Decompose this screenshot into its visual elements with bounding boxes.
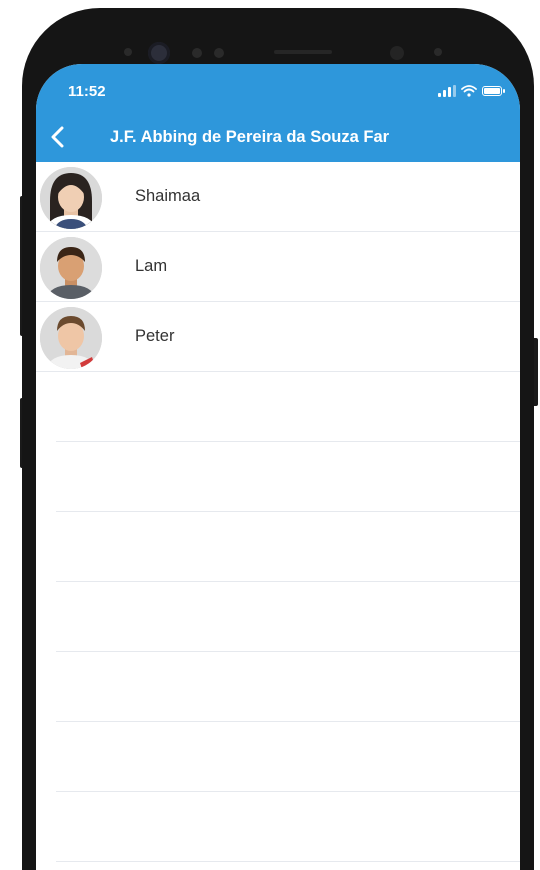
- empty-row: [56, 792, 520, 862]
- phone-screen: 11:52 J.F. Abbing de Pereira da Souza Fa…: [36, 64, 520, 870]
- app-header: 11:52 J.F. Abbing de Pereira da Souza Fa…: [36, 64, 520, 162]
- avatar: [40, 307, 102, 369]
- status-icons: [438, 84, 505, 98]
- camera-icon: [148, 42, 170, 64]
- chevron-left-icon: [51, 126, 64, 148]
- contact-row-lam[interactable]: Lam: [36, 232, 520, 302]
- sensor-icon: [192, 48, 202, 58]
- empty-row: [56, 372, 520, 442]
- avatar: [40, 237, 102, 299]
- sensor-icon: [390, 46, 404, 60]
- contact-row-shaimaa[interactable]: Shaimaa: [36, 162, 520, 232]
- contact-list: Shaimaa Lam Peter: [36, 162, 520, 862]
- back-button[interactable]: [46, 124, 70, 150]
- empty-row: [56, 722, 520, 792]
- empty-row: [56, 652, 520, 722]
- status-time: 11:52: [68, 83, 106, 100]
- page: 11:52 J.F. Abbing de Pereira da Souza Fa…: [0, 0, 540, 870]
- battery-icon: [482, 86, 505, 96]
- contact-name: Peter: [135, 327, 175, 345]
- avatar: [40, 167, 102, 229]
- contact-name: Lam: [135, 257, 168, 275]
- wifi-icon: [461, 85, 477, 97]
- empty-row: [56, 582, 520, 652]
- contact-row-peter[interactable]: Peter: [36, 302, 520, 372]
- contact-name: Shaimaa: [135, 187, 201, 205]
- empty-row: [56, 442, 520, 512]
- sensor-icon: [124, 48, 132, 56]
- sensor-icon: [434, 48, 442, 56]
- page-title: J.F. Abbing de Pereira da Souza Far: [110, 128, 390, 146]
- speaker-grille: [274, 50, 332, 54]
- empty-row: [56, 512, 520, 582]
- sensor-icon: [214, 48, 224, 58]
- signal-icon: [438, 85, 456, 97]
